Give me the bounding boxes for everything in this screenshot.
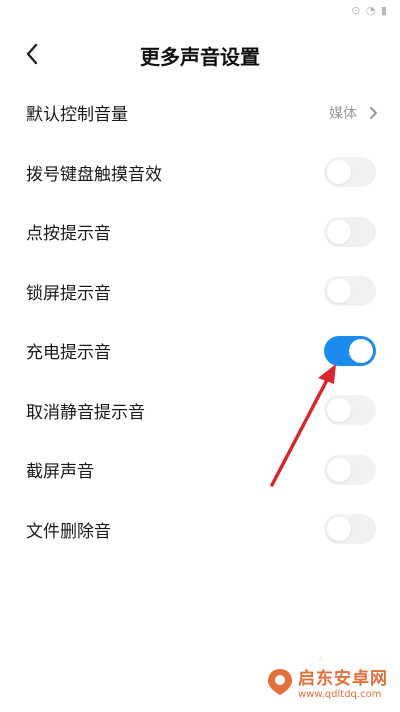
toggle-switch[interactable] bbox=[324, 454, 376, 485]
setting-row-unmute-sound: 取消静音提示音 bbox=[0, 381, 400, 441]
toggle-knob bbox=[349, 338, 373, 363]
watermark-logo-icon bbox=[268, 669, 292, 695]
setting-value: 媒体 bbox=[329, 105, 357, 122]
row-value: 媒体 bbox=[329, 103, 378, 123]
status-bar: ⊙ ◔ ▮ bbox=[0, 0, 400, 28]
watermark: 启东安卓网 www.qdltdq.com bbox=[266, 664, 388, 700]
status-icons: ⊙ ◔ ▮ bbox=[351, 4, 388, 17]
setting-label: 锁屏提示音 bbox=[26, 283, 111, 304]
setting-row-default-volume[interactable]: 默认控制音量 媒体 bbox=[0, 83, 400, 143]
toggle-knob bbox=[327, 517, 351, 542]
setting-row-tap-sound: 点按提示音 bbox=[0, 202, 400, 262]
watermark-title: 启东安卓网 bbox=[298, 669, 388, 689]
setting-label: 截屏声音 bbox=[26, 462, 94, 483]
toggle-knob bbox=[327, 219, 351, 244]
settings-list: 默认控制音量 媒体 拨号键盘触摸音效 点按提示音 锁屏提示音 充电提示音 取消静… bbox=[0, 83, 400, 559]
toggle-switch[interactable] bbox=[324, 157, 376, 188]
toggle-knob bbox=[327, 279, 351, 304]
toggle-switch[interactable] bbox=[324, 335, 376, 366]
setting-label: 点按提示音 bbox=[26, 224, 111, 245]
setting-label: 拨号键盘触摸音效 bbox=[26, 164, 162, 185]
watermark-url: www.qdltdq.com bbox=[298, 689, 382, 700]
setting-row-charging-sound: 充电提示音 bbox=[0, 321, 400, 381]
setting-row-lock-screen-sound: 锁屏提示音 bbox=[0, 262, 400, 322]
setting-row-screenshot-sound: 截屏声音 bbox=[0, 440, 400, 500]
chevron-right-icon bbox=[370, 106, 377, 119]
header: 更多声音设置 bbox=[0, 28, 400, 80]
setting-row-file-delete-sound: 文件删除音 bbox=[0, 500, 400, 560]
toggle-switch[interactable] bbox=[324, 514, 376, 545]
toggle-switch[interactable] bbox=[324, 276, 376, 307]
page-title: 更多声音设置 bbox=[140, 45, 260, 69]
toggle-switch[interactable] bbox=[324, 216, 376, 247]
setting-label: 默认控制音量 bbox=[26, 105, 128, 126]
toggle-knob bbox=[327, 398, 351, 423]
toggle-switch[interactable] bbox=[324, 395, 376, 426]
toggle-knob bbox=[327, 457, 351, 482]
setting-row-dialpad-touch-sound: 拨号键盘触摸音效 bbox=[0, 143, 400, 203]
setting-label: 充电提示音 bbox=[26, 343, 111, 364]
setting-label: 文件删除音 bbox=[26, 521, 111, 542]
setting-label: 取消静音提示音 bbox=[26, 402, 145, 423]
toggle-knob bbox=[327, 160, 351, 185]
